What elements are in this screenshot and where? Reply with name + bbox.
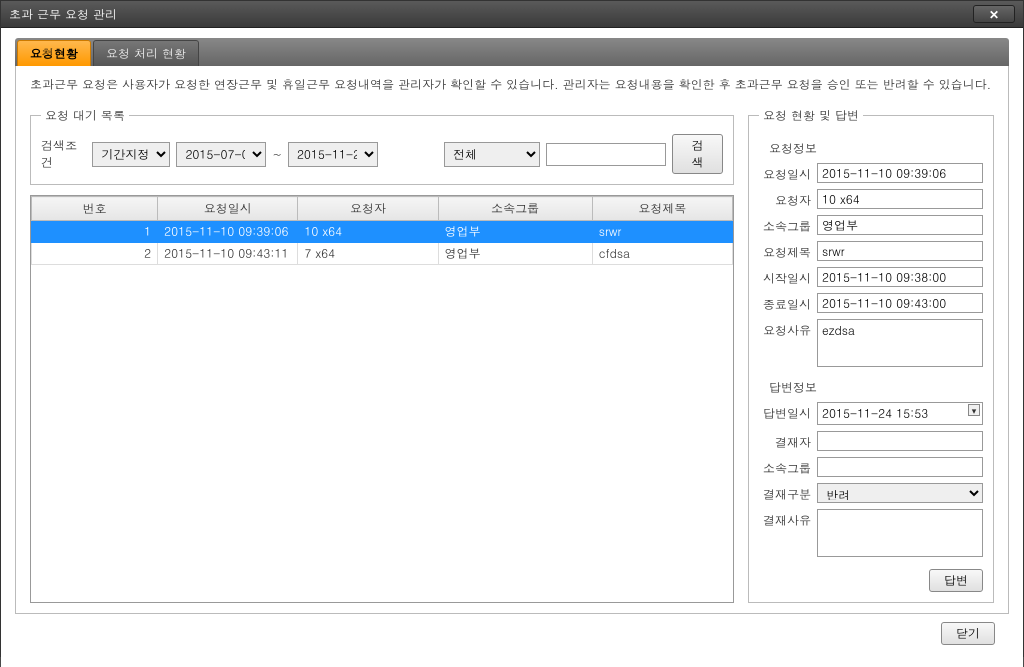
reply-info-head: 답변정보 [769, 379, 983, 396]
lbl-end: 종료일시 [759, 293, 811, 313]
tabs: 요청현황 요청 처리 현황 [15, 38, 1009, 66]
lbl-approver: 결재자 [759, 431, 811, 451]
field-reply-date[interactable] [817, 402, 983, 425]
field-title[interactable] [817, 241, 983, 261]
filter-select[interactable]: 전체 [444, 142, 540, 167]
titlebar: 초과 근무 요청 관리 ✕ [1, 1, 1023, 28]
field-group[interactable] [817, 215, 983, 235]
lbl-req-date: 요청일시 [759, 163, 811, 183]
cell-title: srwr [592, 221, 732, 243]
field-approver[interactable] [817, 431, 983, 451]
cell-group: 영업부 [438, 221, 592, 243]
reply-button[interactable]: 답변 [929, 569, 983, 592]
field-start[interactable] [817, 267, 983, 287]
panel: 초과근무 요청은 사용자가 요청한 연장근무 및 휴일근무 요청내역을 관리자가… [15, 66, 1009, 614]
table-row[interactable]: 2 2015-11-10 09:43:11 7 x64 영업부 cfdsa [32, 243, 733, 265]
search-row: 검색조건 기간지정 2015-07-01 ~ 2015-11-24 [41, 134, 723, 174]
field-reason[interactable] [817, 319, 983, 367]
cell-date: 2015-11-10 09:39:06 [158, 221, 298, 243]
table-row[interactable]: 1 2015-11-10 09:39:06 10 x64 영업부 srwr [32, 221, 733, 243]
lbl-decision: 결재구분 [759, 483, 811, 503]
close-icon: ✕ [989, 6, 999, 23]
search-button[interactable]: 검색 [672, 134, 723, 174]
from-date-select[interactable]: 2015-07-01 [176, 142, 266, 167]
lbl-reply-date: 답변일시 [759, 402, 811, 422]
lbl-group: 소속그룹 [759, 215, 811, 235]
period-select[interactable]: 기간지정 [92, 142, 170, 167]
cell-no: 1 [32, 221, 158, 243]
close-button[interactable]: ✕ [973, 5, 1015, 23]
content: 요청현황 요청 처리 현황 초과근무 요청은 사용자가 요청한 연장근무 및 휴… [1, 28, 1023, 667]
col-date[interactable]: 요청일시 [158, 197, 298, 221]
close-dialog-button[interactable]: 닫기 [941, 622, 995, 645]
waiting-list-fieldset: 요청 대기 목록 검색조건 기간지정 2015-07-01 ~ 2015 [30, 107, 734, 185]
main: 요청 대기 목록 검색조건 기간지정 2015-07-01 ~ 2015 [30, 107, 994, 603]
window: 초과 근무 요청 관리 ✕ 요청현황 요청 처리 현황 초과근무 요청은 사용자… [0, 0, 1024, 657]
field-requester[interactable] [817, 189, 983, 209]
field-req-date[interactable] [817, 163, 983, 183]
col-title[interactable]: 요청제목 [592, 197, 732, 221]
left-pane: 요청 대기 목록 검색조건 기간지정 2015-07-01 ~ 2015 [30, 107, 734, 603]
table-empty-area [31, 265, 733, 602]
table-wrap: 번호 요청일시 요청자 소속그룹 요청제목 1 2015 [30, 195, 734, 603]
col-group[interactable]: 소속그룹 [438, 197, 592, 221]
tilde: ~ [272, 146, 282, 163]
cell-date: 2015-11-10 09:43:11 [158, 243, 298, 265]
cell-requester: 10 x64 [298, 221, 438, 243]
right-pane: 요청 현황 및 답변 요청정보 요청일시 요청자 소속그룹 요청제목 시작일시 … [748, 107, 994, 603]
request-table: 번호 요청일시 요청자 소속그룹 요청제목 1 2015 [31, 196, 733, 265]
field-end[interactable] [817, 293, 983, 313]
field-rgroup[interactable] [817, 457, 983, 477]
search-input[interactable] [546, 143, 666, 166]
reply-button-row: 답변 [759, 569, 983, 592]
col-requester[interactable]: 요청자 [298, 197, 438, 221]
description: 초과근무 요청은 사용자가 요청한 연장근무 및 휴일근무 요청내역을 관리자가… [30, 76, 994, 93]
detail-legend: 요청 현황 및 답변 [759, 107, 863, 124]
field-decision[interactable]: 반려 [817, 483, 983, 503]
lbl-rreason: 결재사유 [759, 509, 811, 529]
reply-date-combo[interactable]: ▾ [817, 402, 983, 425]
to-date-select[interactable]: 2015-11-24 [288, 142, 378, 167]
lbl-reason: 요청사유 [759, 319, 811, 339]
tab-process-status[interactable]: 요청 처리 현황 [93, 40, 199, 66]
waiting-list-legend: 요청 대기 목록 [41, 107, 129, 124]
cell-no: 2 [32, 243, 158, 265]
lbl-rgroup: 소속그룹 [759, 457, 811, 477]
cell-requester: 7 x64 [298, 243, 438, 265]
lbl-start: 시작일시 [759, 267, 811, 287]
field-rreason[interactable] [817, 509, 983, 557]
bottom-bar: 닫기 [15, 614, 1009, 653]
lbl-requester: 요청자 [759, 189, 811, 209]
lbl-title: 요청제목 [759, 241, 811, 261]
detail-fieldset: 요청 현황 및 답변 요청정보 요청일시 요청자 소속그룹 요청제목 시작일시 … [748, 107, 994, 603]
tab-request-status[interactable]: 요청현황 [17, 40, 91, 66]
request-info-head: 요청정보 [769, 140, 983, 157]
cell-title: cfdsa [592, 243, 732, 265]
col-no[interactable]: 번호 [32, 197, 158, 221]
search-label: 검색조건 [41, 137, 82, 171]
window-title: 초과 근무 요청 관리 [9, 6, 117, 23]
cell-group: 영업부 [438, 243, 592, 265]
